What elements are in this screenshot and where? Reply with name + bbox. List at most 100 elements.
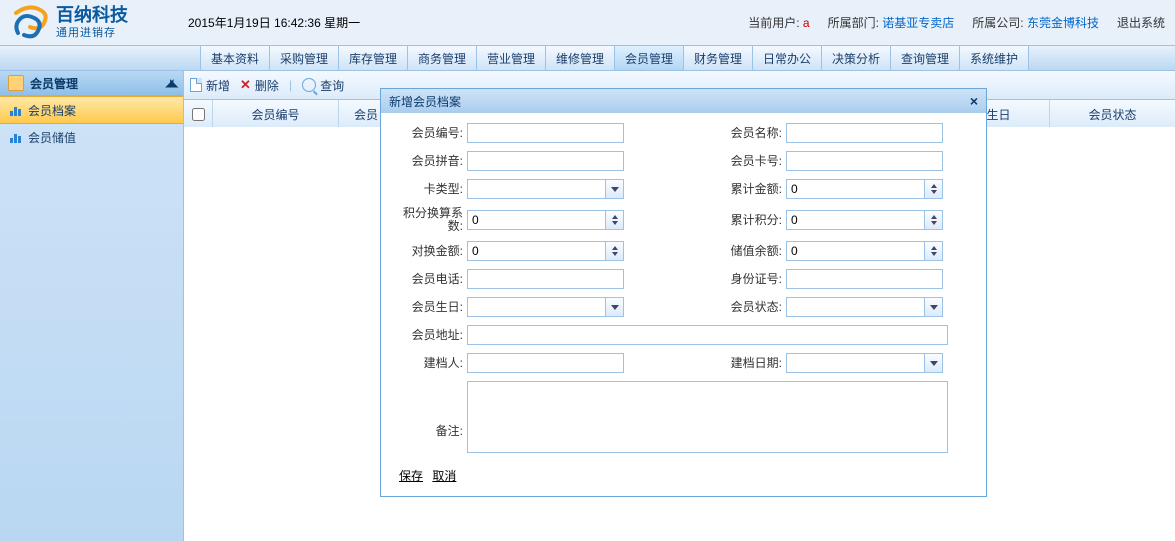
input-creator[interactable]	[467, 353, 624, 373]
input-exchange-amount[interactable]	[467, 241, 605, 261]
datetime-label: 2015年1月19日 16:42:36 星期一	[128, 14, 748, 31]
label-total-points: 累计积分:	[714, 213, 786, 227]
label-card-type: 卡类型:	[395, 182, 467, 196]
input-birthday[interactable]	[467, 297, 605, 317]
textarea-remark[interactable]	[467, 381, 948, 453]
sidebar-header[interactable]: 会员管理 ◢◣	[0, 71, 183, 96]
menu-finance[interactable]: 财务管理	[684, 46, 753, 70]
chevron-down-icon	[931, 221, 937, 225]
sidebar-item-member-file[interactable]: 会员档案	[0, 96, 183, 124]
chevron-down-icon	[930, 305, 938, 310]
label-phone: 会员电话:	[395, 272, 467, 286]
input-card-type[interactable]	[467, 179, 605, 199]
grid-col-status[interactable]: 会员状态	[1050, 100, 1175, 128]
menu-decision[interactable]: 决策分析	[822, 46, 891, 70]
input-status[interactable]	[786, 297, 924, 317]
input-total-points[interactable]	[786, 210, 924, 230]
label-member-no: 会员编号:	[395, 126, 467, 140]
chevron-down-icon	[930, 361, 938, 366]
input-member-name[interactable]	[786, 123, 943, 143]
menu-system[interactable]: 系统维护	[960, 46, 1029, 70]
label-member-name: 会员名称:	[714, 126, 786, 140]
input-address[interactable]	[467, 325, 948, 345]
delete-icon: ✕	[240, 77, 251, 93]
chevron-down-icon	[612, 221, 618, 225]
spinner-balance[interactable]	[924, 241, 943, 261]
new-button[interactable]: 新增	[190, 77, 230, 94]
brand-title: 百纳科技	[56, 6, 128, 24]
dialog-footer: 保存 取消	[395, 461, 972, 488]
new-icon	[190, 78, 202, 92]
label-status: 会员状态:	[714, 300, 786, 314]
input-create-date[interactable]	[786, 353, 924, 373]
menu-repair[interactable]: 维修管理	[546, 46, 615, 70]
menu-basic-info[interactable]: 基本资料	[200, 46, 270, 70]
input-total-amount[interactable]	[786, 179, 924, 199]
spinner-total-points[interactable]	[924, 210, 943, 230]
search-button[interactable]: 查询	[302, 77, 344, 94]
delete-button[interactable]: ✕删除	[240, 77, 279, 94]
label-idcard: 身份证号:	[714, 272, 786, 286]
input-member-no[interactable]	[467, 123, 624, 143]
chart-icon	[10, 131, 22, 143]
logo-mark-icon	[10, 3, 50, 43]
cancel-button[interactable]: 取消	[432, 469, 456, 483]
chevron-up-icon	[612, 246, 618, 250]
input-phone[interactable]	[467, 269, 624, 289]
chevron-up-icon	[931, 215, 937, 219]
chevron-up-icon	[612, 215, 618, 219]
dropdown-birthday[interactable]	[605, 297, 624, 317]
menu-sales[interactable]: 营业管理	[477, 46, 546, 70]
spinner-total-amount[interactable]	[924, 179, 943, 199]
folder-icon	[8, 75, 24, 91]
input-member-card[interactable]	[786, 151, 943, 171]
label-creator: 建档人:	[395, 356, 467, 370]
grid-col-member-no[interactable]: 会员编号	[213, 100, 339, 128]
close-button[interactable]: ×	[970, 93, 978, 109]
label-balance: 储值余额:	[714, 244, 786, 258]
label-total-amount: 累计金额:	[714, 182, 786, 196]
label-remark: 备注:	[395, 396, 467, 438]
label-member-pinyin: 会员拼音:	[395, 154, 467, 168]
select-all-checkbox[interactable]	[192, 108, 205, 121]
menu-inventory[interactable]: 库存管理	[339, 46, 408, 70]
menu-member[interactable]: 会员管理	[615, 46, 684, 70]
spinner-point-ratio[interactable]	[605, 210, 624, 230]
menu-daily[interactable]: 日常办公	[753, 46, 822, 70]
label-birthday: 会员生日:	[395, 300, 467, 314]
grid-select-all[interactable]	[184, 100, 213, 128]
current-user-label: 当前用户:	[748, 16, 799, 30]
chevron-up-icon	[931, 246, 937, 250]
sidebar-item-member-recharge[interactable]: 会员储值	[0, 124, 183, 150]
dialog-header[interactable]: 新增会员档案 ×	[381, 89, 986, 113]
chevron-down-icon	[931, 252, 937, 256]
input-point-ratio[interactable]	[467, 210, 605, 230]
current-user-value: a	[803, 16, 810, 30]
search-icon	[302, 78, 316, 92]
label-create-date: 建档日期:	[714, 356, 786, 370]
input-balance[interactable]	[786, 241, 924, 261]
main-menu-bar: 基本资料 采购管理 库存管理 商务管理 营业管理 维修管理 会员管理 财务管理 …	[0, 45, 1175, 71]
spinner-exchange-amount[interactable]	[605, 241, 624, 261]
top-right-info: 当前用户: a 所属部门: 诺基亚专卖店 所属公司: 东莞金博科技 退出系统	[748, 14, 1165, 31]
company-label: 所属公司:	[972, 16, 1023, 30]
chevron-up-icon	[931, 184, 937, 188]
save-button[interactable]: 保存	[399, 469, 423, 483]
menu-business[interactable]: 商务管理	[408, 46, 477, 70]
collapse-icon: ◢◣	[166, 78, 175, 89]
company-value: 东莞金博科技	[1027, 16, 1099, 30]
label-point-ratio: 积分换算系数:	[395, 207, 467, 233]
logout-link[interactable]: 退出系统	[1117, 14, 1165, 31]
input-member-pinyin[interactable]	[467, 151, 624, 171]
chevron-down-icon	[931, 190, 937, 194]
label-exchange-amount: 对换金额:	[395, 244, 467, 258]
sidebar: 会员管理 ◢◣ 会员档案 会员储值	[0, 71, 184, 541]
chevron-down-icon	[611, 305, 619, 310]
dropdown-card-type[interactable]	[605, 179, 624, 199]
menu-purchase[interactable]: 采购管理	[270, 46, 339, 70]
toolbar-separator: |	[289, 78, 292, 92]
input-idcard[interactable]	[786, 269, 943, 289]
dropdown-create-date[interactable]	[924, 353, 943, 373]
dropdown-status[interactable]	[924, 297, 943, 317]
menu-query[interactable]: 查询管理	[891, 46, 960, 70]
